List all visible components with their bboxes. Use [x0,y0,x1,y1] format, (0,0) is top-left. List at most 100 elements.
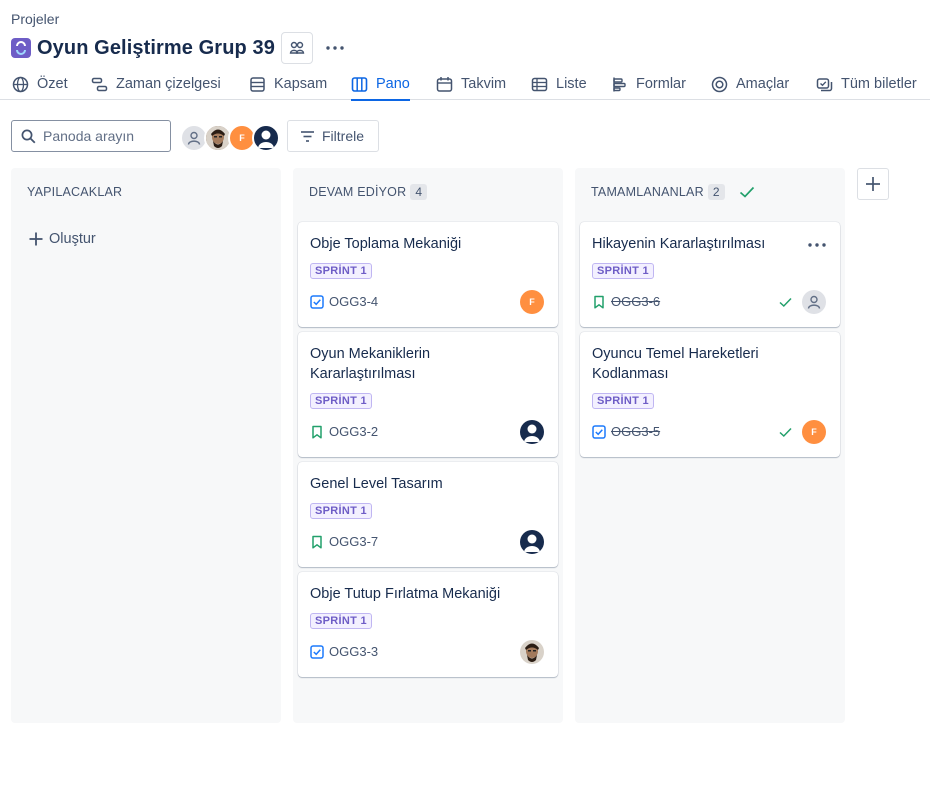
tickets-icon [816,77,833,91]
issue-key-row: OGG3-6 [592,294,660,309]
tab-zaman-cizelgesi[interactable]: Zaman çizelgesi [91,68,221,100]
avatar-letter: F [811,427,817,437]
filter-label: Filtrele [322,128,365,144]
tab-liste[interactable]: Liste [531,68,587,100]
card-title: Hikayenin Kararlaştırılması [592,236,766,252]
story-bookmark-icon [312,425,322,439]
issue-card[interactable]: Hikayenin Kararlaştırılması SPRİNT 1 OGG… [580,222,840,327]
sprint-label[interactable]: SPRİNT 1 [310,613,372,629]
tab-kapsam[interactable]: Kapsam [249,68,327,100]
issue-card[interactable]: Obje Toplama Mekaniği SPRİNT 1 OGG3-4 F [298,222,558,327]
issue-card[interactable]: Genel Level Tasarım SPRİNT 1 OGG3-7 [298,462,558,567]
plus-icon [29,232,43,246]
task-checkbox-icon [310,294,324,309]
column-header[interactable]: DEVAM EDİYOR 4 [309,184,428,200]
issue-key[interactable]: OGG3-5 [611,424,660,439]
tab-label: Pano [376,76,410,92]
plus-icon [866,177,880,191]
done-check-icon [779,427,792,438]
project-logo-icon [11,38,31,58]
tab-takvim[interactable]: Takvim [436,68,506,100]
tab-formlar[interactable]: Formlar [611,68,686,100]
issue-count-badge: 2 [707,184,725,200]
page-title: Oyun Geliştirme Grup 39 [37,36,275,59]
user-photo-icon [206,126,230,150]
create-issue-button[interactable]: Oluştur [29,231,96,247]
issue-key[interactable]: OGG3-4 [329,294,378,309]
issue-card[interactable]: Oyuncu Temel Hareketleri Kodlanması SPRİ… [580,332,840,457]
tab-label: Takvim [461,76,507,92]
column-tamamlananlar: TAMAMLANANLAR 2 Hikayenin Kararlaştırılm… [575,168,845,723]
search-placeholder: Panoda arayın [43,128,135,144]
people-icon [289,41,305,54]
more-icon [808,243,826,247]
assignee-avatar[interactable]: F [802,420,826,444]
card-title: Obje Toplama Mekaniği [310,236,462,252]
tab-pano[interactable]: Pano [351,68,410,101]
card-more-button[interactable] [808,234,826,252]
sprint-label[interactable]: SPRİNT 1 [592,263,654,279]
column-title: YAPILACAKLAR [27,185,123,199]
board-search-input[interactable]: Panoda arayın [11,120,171,152]
tab-ozet[interactable]: Özet [12,68,68,100]
column-title: DEVAM EDİYOR [309,185,407,199]
tab-label: Özet [37,76,68,92]
list-icon [531,77,548,91]
story-bookmark-icon [312,535,322,549]
issue-key-row: OGG3-3 [310,644,378,659]
issue-key[interactable]: OGG3-3 [329,644,378,659]
column-header[interactable]: YAPILACAKLAR [27,184,122,200]
sprint-label[interactable]: SPRİNT 1 [310,263,372,279]
issue-key-row: OGG3-5 [592,424,660,439]
avatar-default[interactable] [252,124,280,152]
tab-amaclar[interactable]: Amaçlar [711,68,789,100]
more-icon [326,46,344,50]
card-title: Genel Level Tasarım [310,476,443,492]
tab-label: Liste [556,76,587,92]
sprint-label[interactable]: SPRİNT 1 [310,393,372,409]
breadcrumb[interactable]: Projeler [11,11,59,27]
assignee-avatar[interactable] [520,420,544,444]
project-tabs: Özet Zaman çizelgesi Kapsam Pano Takvim … [0,68,930,101]
filter-button[interactable]: Filtrele [287,120,379,152]
column-yapilacaklar: YAPILACAKLAR Oluştur [11,168,281,723]
column-header[interactable]: TAMAMLANANLAR 2 [591,184,755,200]
globe-icon [12,76,29,92]
assignee-avatar[interactable]: F [520,290,544,314]
person-silhouette-icon [524,534,540,552]
create-label: Oluştur [49,231,96,247]
tab-label: Formlar [636,76,686,92]
issue-key[interactable]: OGG3-6 [611,294,660,309]
issue-key-row: OGG3-7 [310,534,378,549]
issue-count-badge: 4 [410,184,428,200]
card-title: Oyun Mekaniklerin Kararlaştırılması [310,346,431,382]
issue-key[interactable]: OGG3-2 [329,424,378,439]
done-check-icon [739,186,754,198]
avatar-letter: F [239,133,245,143]
calendar-icon [436,76,453,92]
backlog-icon [250,76,265,92]
filter-icon [301,130,314,142]
issue-card[interactable]: Oyun Mekaniklerin Kararlaştırılması SPRİ… [298,332,558,457]
done-check-icon [779,297,792,308]
forms-icon [613,77,626,91]
assignee-avatar[interactable] [520,640,544,664]
sprint-label[interactable]: SPRİNT 1 [310,503,372,519]
issue-key-row: OGG3-4 [310,294,378,309]
board-icon [351,76,368,92]
user-photo-icon [520,640,544,664]
project-more-button[interactable] [319,32,351,64]
goals-icon [711,76,728,92]
issue-card[interactable]: Obje Tutup Fırlatma Mekaniği SPRİNT 1 OG… [298,572,558,677]
assignee-avatar[interactable] [520,530,544,554]
project-header: Oyun Geliştirme Grup 39 [11,32,351,64]
issue-key[interactable]: OGG3-7 [329,534,378,549]
card-title: Obje Tutup Fırlatma Mekaniği [310,586,501,602]
sprint-label[interactable]: SPRİNT 1 [592,393,654,409]
team-button[interactable] [280,32,313,64]
assignee-avatar[interactable] [802,290,826,314]
tab-label: Zaman çizelgesi [116,76,221,92]
add-column-button[interactable] [857,168,889,200]
person-icon [187,131,201,145]
tab-tum-biletler[interactable]: Tüm biletler [816,68,917,100]
